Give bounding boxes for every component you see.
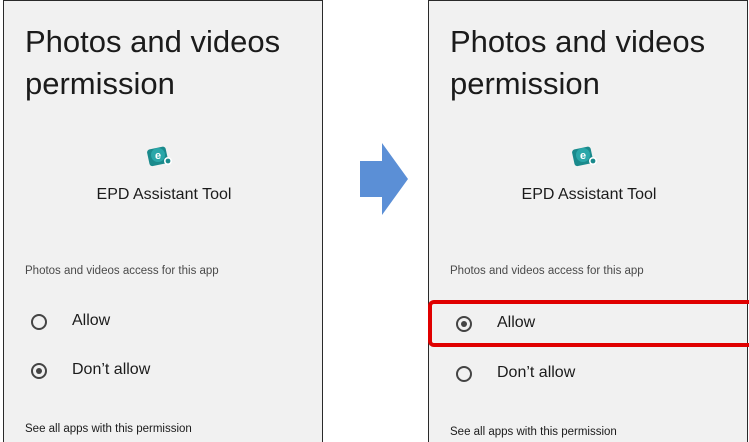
section-label: Photos and videos access for this app: [25, 265, 219, 277]
option-allow[interactable]: Allow: [429, 304, 749, 344]
svg-text:e: e: [155, 150, 161, 162]
option-label: Don’t allow: [72, 361, 151, 378]
permission-panel-before: Photos and videos permission e EPD Assis…: [3, 0, 323, 442]
app-icon: e: [145, 141, 175, 171]
radio-button[interactable]: [456, 366, 472, 382]
option-allow[interactable]: Allow: [4, 302, 324, 342]
option-dont-allow[interactable]: Don’t allow: [429, 354, 749, 394]
radio-button-selected[interactable]: [31, 363, 47, 379]
page-title: Photos and videos permission: [450, 24, 706, 101]
app-name: EPD Assistant Tool: [521, 186, 657, 203]
svg-text:e: e: [580, 150, 586, 162]
radio-button-selected[interactable]: [456, 316, 472, 332]
option-label: Allow: [497, 314, 536, 331]
permission-panel-after: Photos and videos permission e EPD Assis…: [428, 0, 748, 442]
option-dont-allow[interactable]: Don’t allow: [4, 351, 324, 391]
option-label: Allow: [72, 312, 111, 329]
app-name: EPD Assistant Tool: [96, 186, 232, 203]
radio-button[interactable]: [31, 314, 47, 330]
section-label: Photos and videos access for this app: [450, 265, 644, 277]
right-arrow-icon: [360, 143, 410, 215]
option-label: Don’t allow: [497, 364, 576, 381]
page-title: Photos and videos permission: [25, 24, 281, 101]
see-all-apps-link[interactable]: See all apps with this permission: [450, 426, 617, 438]
app-icon: e: [570, 141, 600, 171]
see-all-apps-link[interactable]: See all apps with this permission: [25, 423, 192, 435]
